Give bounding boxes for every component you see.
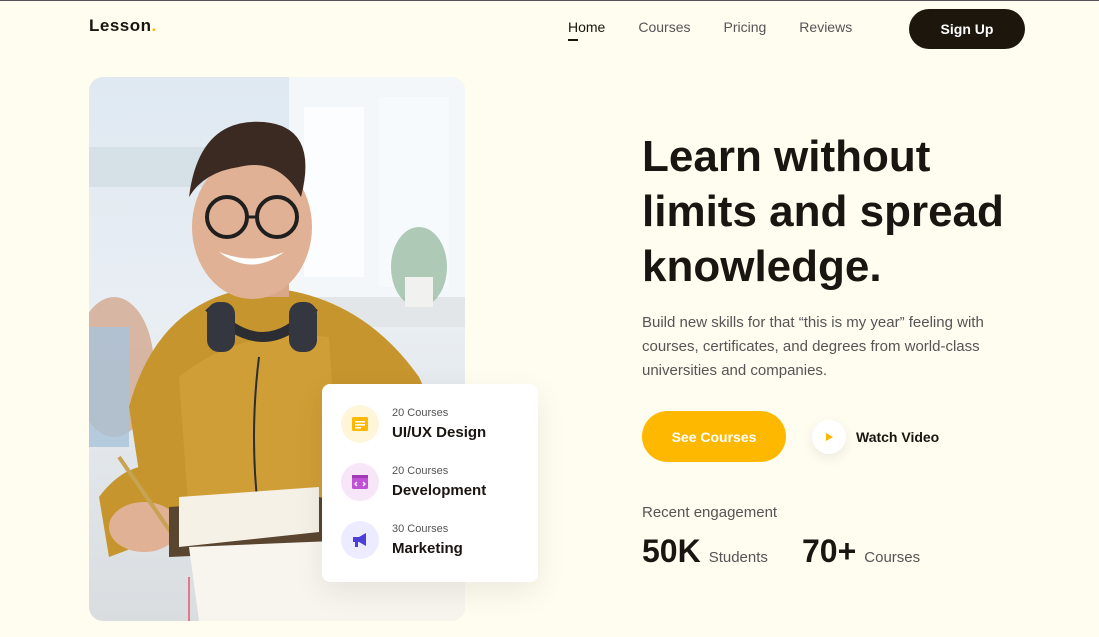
hero-description-line: universities and companies. xyxy=(642,362,828,379)
nav-reviews[interactable]: Reviews xyxy=(799,19,852,35)
code-window-icon xyxy=(341,463,379,501)
megaphone-icon xyxy=(341,521,379,559)
stat-courses: 70+ Courses xyxy=(802,533,920,570)
main-nav: Home Courses Pricing Reviews xyxy=(568,19,885,41)
brand-name: Lesson xyxy=(89,16,152,35)
document-icon xyxy=(341,405,379,443)
category-title: UI/UX Design xyxy=(392,424,487,441)
stat-unit: Students xyxy=(708,549,768,566)
hero-title: Learn without limits and spread knowledg… xyxy=(642,129,1062,294)
category-item-uiux[interactable]: 20 Courses UI/UX Design xyxy=(341,405,486,443)
stat-value: 70+ xyxy=(802,533,857,569)
signup-button[interactable]: Sign Up xyxy=(909,9,1025,49)
see-courses-button[interactable]: See Courses xyxy=(642,411,786,462)
stat-value: 50K xyxy=(642,533,701,569)
nav-courses[interactable]: Courses xyxy=(638,19,690,35)
categories-card: 20 Courses UI/UX Design 20 Courses Devel… xyxy=(322,384,538,582)
watch-video-label: Watch Video xyxy=(856,429,940,445)
stat-unit: Courses xyxy=(864,549,921,566)
category-count: 30 Courses xyxy=(392,523,449,535)
hero-description: Build new skills for that “this is my ye… xyxy=(642,311,1022,383)
category-item-marketing[interactable]: 30 Courses Marketing xyxy=(341,521,463,559)
stat-students: 50K Students xyxy=(642,533,768,570)
brand-dot: . xyxy=(151,16,157,35)
nav-home[interactable]: Home xyxy=(568,19,605,41)
category-item-development[interactable]: 20 Courses Development xyxy=(341,463,486,501)
hero-description-line: courses, certificates, and degrees from … xyxy=(642,338,980,355)
category-count: 20 Courses xyxy=(392,465,449,477)
category-title: Development xyxy=(392,482,487,499)
play-icon xyxy=(812,420,846,454)
nav-pricing[interactable]: Pricing xyxy=(724,19,767,35)
brand-logo[interactable]: Lesson. xyxy=(89,16,157,36)
engagement-label: Recent engagement xyxy=(642,504,778,521)
watch-video-button[interactable]: Watch Video xyxy=(812,420,939,454)
hero-description-line: Build new skills for that “this is my ye… xyxy=(642,314,984,331)
hero-title-line: knowledge. xyxy=(642,242,882,291)
category-title: Marketing xyxy=(392,540,463,557)
category-count: 20 Courses xyxy=(392,407,449,419)
hero-title-line: limits and spread xyxy=(642,187,1004,236)
hero-title-line: Learn without xyxy=(642,132,931,181)
